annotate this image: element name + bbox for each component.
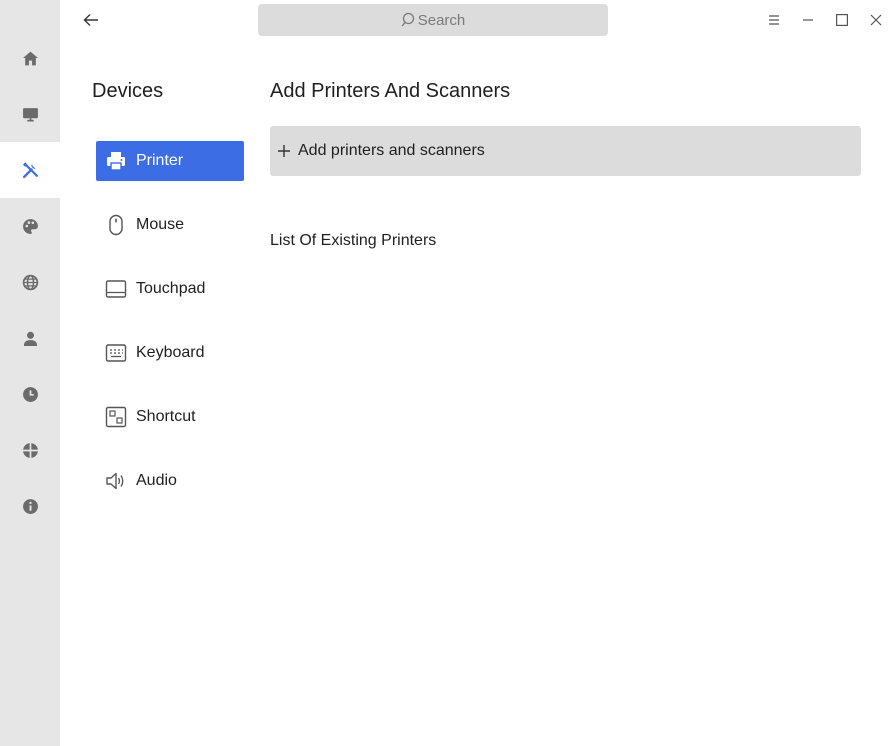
shortcut-icon — [105, 406, 127, 428]
nav-item-audio[interactable]: Audio — [96, 461, 244, 501]
keyboard-icon — [105, 344, 127, 362]
globe-icon — [22, 274, 38, 290]
minimize-icon — [803, 19, 813, 21]
close-icon — [870, 14, 882, 26]
palette-icon — [22, 218, 38, 234]
arrow-left-icon — [83, 14, 98, 26]
existing-printers-title: List Of Existing Printers — [270, 232, 437, 249]
rail-item-about[interactable] — [0, 478, 60, 534]
nav-item-shortcut[interactable]: Shortcut — [96, 397, 244, 437]
clock-icon — [22, 386, 38, 402]
nav-item-label: Shortcut — [136, 408, 196, 425]
home-icon — [22, 51, 38, 65]
search-placeholder: Search — [417, 11, 466, 29]
nav-item-mouse[interactable]: Mouse — [96, 205, 244, 245]
rail-item-devices[interactable] — [0, 142, 60, 198]
menu-button[interactable] — [760, 6, 788, 34]
add-printers-button[interactable]: Add printers and scanners — [270, 126, 861, 176]
back-button[interactable] — [76, 6, 106, 34]
rail-item-personalize[interactable] — [0, 198, 60, 254]
add-printers-label: Add printers and scanners — [298, 142, 485, 159]
close-button[interactable] — [862, 6, 890, 34]
rail-item-network[interactable] — [0, 254, 60, 310]
nav-item-keyboard[interactable]: Keyboard — [96, 333, 244, 373]
devices-title: Devices — [92, 80, 164, 102]
menu-icon — [769, 15, 779, 25]
nav-item-label: Touchpad — [136, 280, 206, 297]
monitor-icon — [22, 107, 38, 122]
mouse-icon — [109, 214, 123, 236]
update-icon — [22, 442, 38, 458]
printer-icon — [107, 152, 125, 171]
nav-item-label: Mouse — [136, 216, 185, 233]
search-input[interactable]: Search — [258, 4, 608, 36]
user-icon — [23, 331, 37, 346]
nav-item-printer[interactable]: Printer — [96, 141, 244, 181]
speaker-icon — [106, 472, 124, 490]
minimize-button[interactable] — [794, 6, 822, 34]
category-rail — [0, 0, 60, 746]
rail-item-update[interactable] — [0, 422, 60, 478]
maximize-button[interactable] — [828, 6, 856, 34]
nav-item-touchpad[interactable]: Touchpad — [96, 269, 244, 309]
nav-item-label: Keyboard — [136, 344, 205, 361]
rail-item-system[interactable] — [0, 86, 60, 142]
tools-icon — [22, 161, 38, 178]
rail-item-datetime[interactable] — [0, 366, 60, 422]
search-icon — [401, 12, 414, 27]
page-title: Add Printers And Scanners — [270, 80, 511, 102]
maximize-icon — [836, 14, 849, 27]
nav-item-label: Printer — [136, 152, 184, 169]
info-icon — [22, 498, 38, 514]
plus-icon — [278, 145, 290, 157]
touchpad-icon — [105, 280, 127, 298]
nav-item-label: Audio — [136, 472, 177, 489]
rail-item-home[interactable] — [0, 30, 60, 86]
rail-item-account[interactable] — [0, 310, 60, 366]
